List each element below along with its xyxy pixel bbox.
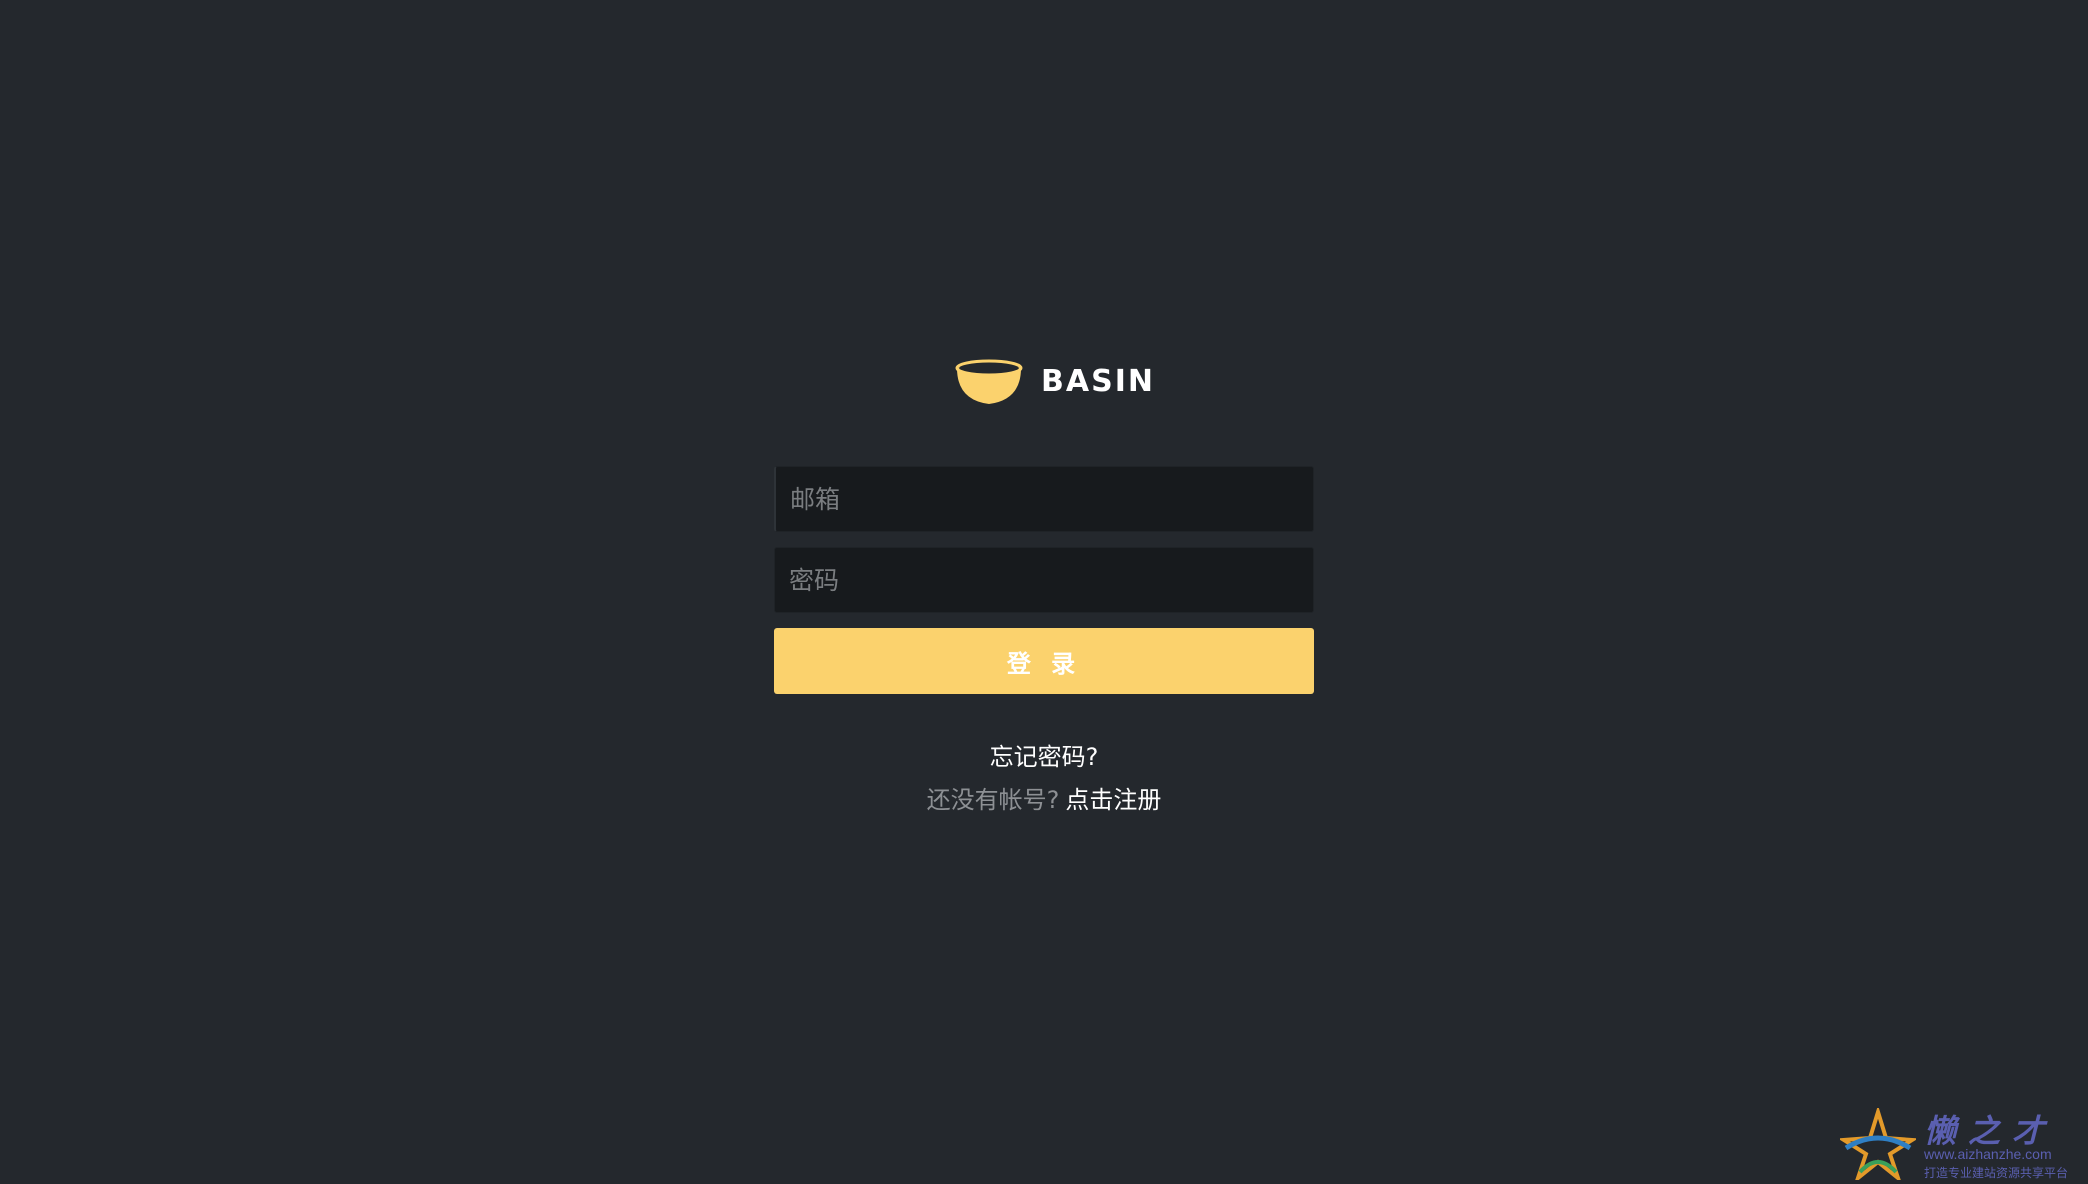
forgot-password-row: 忘记密码?	[0, 740, 2088, 774]
watermark-url: www.aizhanzhe.com	[1924, 1146, 2052, 1162]
email-input[interactable]	[774, 466, 1314, 532]
star-swirl-logo-icon	[1840, 1108, 1916, 1180]
register-link[interactable]: 点击注册	[1065, 786, 1161, 814]
password-input[interactable]	[774, 547, 1314, 613]
brand-name: BASIN	[1041, 364, 1155, 399]
bowl-logo-icon	[955, 359, 1023, 404]
forgot-password-link[interactable]: 忘记密码?	[990, 743, 1099, 771]
site-watermark: 懒之才 www.aizhanzhe.com 打造专业建站资源共享平台	[1840, 1102, 2080, 1182]
login-page: BASIN 登 录 忘记密码? 还没有帐号?点击注册 懒之才 www.aizha…	[0, 0, 2088, 1184]
login-button[interactable]: 登 录	[774, 628, 1314, 694]
watermark-slogan: 打造专业建站资源共享平台	[1924, 1166, 2069, 1180]
no-account-text: 还没有帐号?	[926, 786, 1060, 814]
brand-logo: BASIN	[955, 358, 1155, 406]
signup-row: 还没有帐号? 点击注册	[0, 783, 2088, 817]
